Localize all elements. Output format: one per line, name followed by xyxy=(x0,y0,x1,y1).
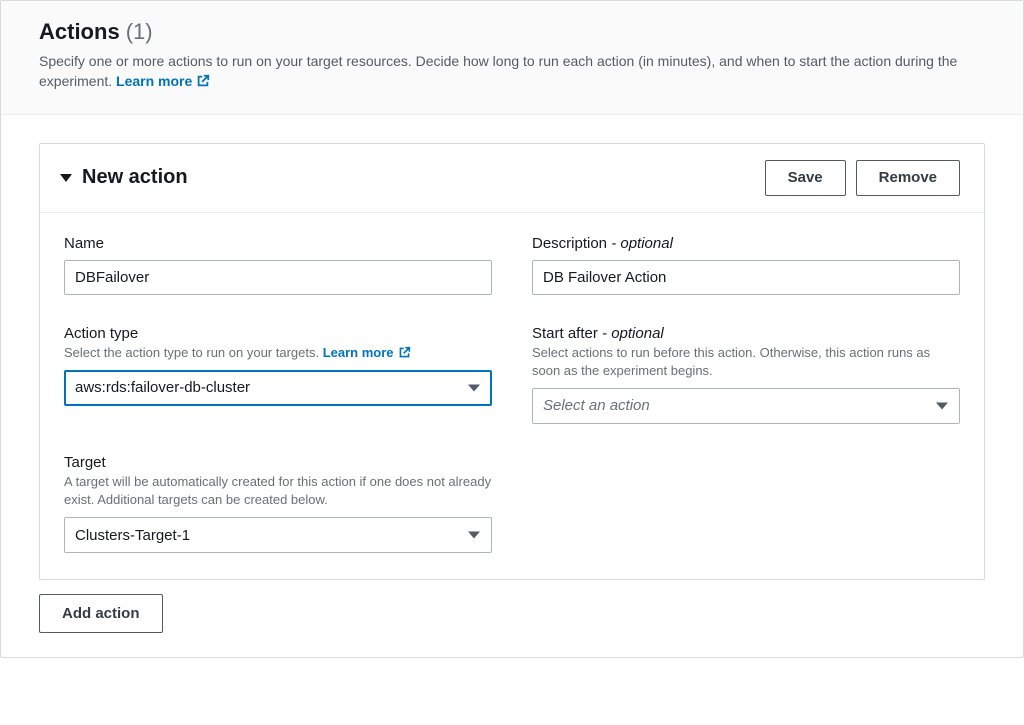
description-input[interactable] xyxy=(532,260,960,295)
target-label: Target xyxy=(64,454,492,471)
external-link-icon xyxy=(398,346,411,359)
panel-header: New action Save Remove xyxy=(40,144,984,213)
description-optional: optional xyxy=(620,235,673,252)
target-select[interactable]: Clusters-Target-1 xyxy=(64,517,492,553)
start-after-select[interactable]: Select an action xyxy=(532,388,960,424)
description-label-text: Description xyxy=(532,235,607,252)
description-field: Description - optional xyxy=(532,235,960,295)
panel-body: Name Description - optional Action xyxy=(40,213,984,580)
actions-count: (1) xyxy=(126,19,153,45)
learn-more-link[interactable]: Learn more xyxy=(116,71,210,91)
section-header: Actions (1) Specify one or more actions … xyxy=(1,1,1023,115)
name-label: Name xyxy=(64,235,492,252)
start-after-help: Select actions to run before this action… xyxy=(532,344,960,380)
action-type-learn-more[interactable]: Learn more xyxy=(323,344,411,362)
panel-title: New action xyxy=(82,166,188,189)
action-type-learn-more-label: Learn more xyxy=(323,344,394,362)
start-after-placeholder: Select an action xyxy=(543,397,650,414)
target-value: Clusters-Target-1 xyxy=(75,527,190,544)
caret-down-icon xyxy=(60,174,72,182)
actions-section: Actions (1) Specify one or more actions … xyxy=(0,0,1024,658)
new-action-panel: New action Save Remove Name Des xyxy=(39,143,985,581)
section-title: Actions (1) xyxy=(39,19,153,45)
action-type-select[interactable]: aws:rds:failover-db-cluster xyxy=(64,370,492,406)
remove-button[interactable]: Remove xyxy=(856,160,960,196)
panel-title-toggle[interactable]: New action xyxy=(60,166,188,189)
learn-more-label: Learn more xyxy=(116,71,192,91)
description-label: Description - optional xyxy=(532,235,960,252)
save-button[interactable]: Save xyxy=(765,160,846,196)
action-type-help: Select the action type to run on your ta… xyxy=(64,344,492,362)
action-type-help-text: Select the action type to run on your ta… xyxy=(64,345,319,360)
section-body: New action Save Remove Name Des xyxy=(1,115,1023,658)
name-field: Name xyxy=(64,235,492,295)
panel-actions: Save Remove xyxy=(765,160,960,196)
action-type-value: aws:rds:failover-db-cluster xyxy=(75,379,250,396)
name-input[interactable] xyxy=(64,260,492,295)
external-link-icon xyxy=(196,74,210,88)
start-after-optional: optional xyxy=(611,325,664,342)
start-after-label-text: Start after xyxy=(532,325,598,342)
section-description: Specify one or more actions to run on yo… xyxy=(39,51,985,92)
title-text: Actions xyxy=(39,19,120,45)
target-field: Target A target will be automatically cr… xyxy=(64,454,492,553)
start-after-field: Start after - optional Select actions to… xyxy=(532,325,960,424)
target-help: A target will be automatically created f… xyxy=(64,473,492,509)
action-type-field: Action type Select the action type to ru… xyxy=(64,325,492,424)
action-type-label: Action type xyxy=(64,325,492,342)
add-action-button[interactable]: Add action xyxy=(39,594,163,633)
start-after-label: Start after - optional xyxy=(532,325,960,342)
